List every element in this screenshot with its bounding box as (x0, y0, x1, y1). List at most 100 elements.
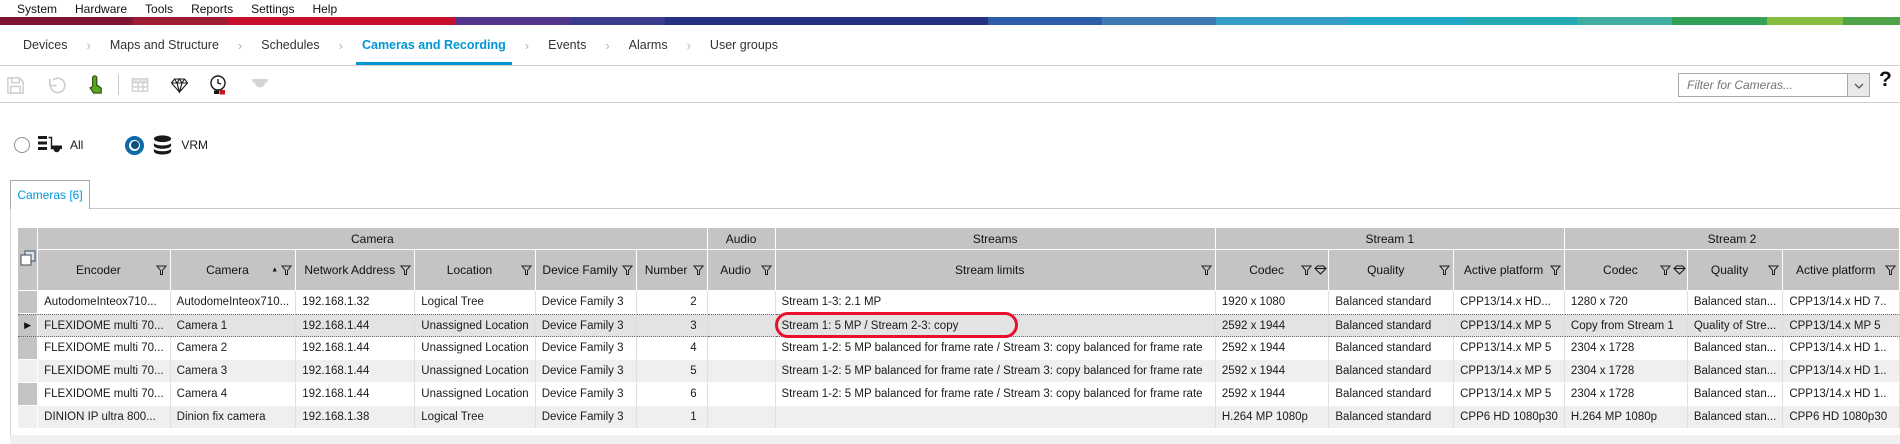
filter-funnel-icon[interactable] (1550, 265, 1561, 276)
cell-camera-2[interactable]: Camera 2 (171, 337, 297, 360)
cell-camera-1[interactable]: Camera 1 (171, 314, 297, 337)
column-header-codec-11[interactable]: Codec (1565, 250, 1688, 291)
cell-codec-3[interactable]: 2304 x 1728 (1565, 360, 1688, 383)
column-header-encoder-0[interactable]: Encoder (38, 250, 171, 291)
commit-hand-button[interactable] (82, 72, 108, 98)
column-header-codec-8[interactable]: Codec (1216, 250, 1330, 291)
table-row-4[interactable]: FLEXIDOME multi 70...Camera 4192.168.1.4… (18, 383, 1900, 406)
nav-item-schedules[interactable]: Schedules (255, 25, 325, 65)
cell-stream-limits-5[interactable] (776, 406, 1216, 429)
filter-funnel-icon[interactable] (1301, 265, 1312, 276)
cell-quality-0[interactable]: Balanced standard (1329, 291, 1454, 314)
cell-location-1[interactable]: Unassigned Location (415, 314, 535, 337)
cell-audio-5[interactable] (708, 406, 776, 429)
cell-stream-limits-1[interactable]: Stream 1: 5 MP / Stream 2-3: copy (776, 314, 1216, 337)
cell-quality-2[interactable]: Balanced stan... (1688, 337, 1783, 360)
cell-stream-limits-2[interactable]: Stream 1-2: 5 MP balanced for frame rate… (776, 337, 1216, 360)
cell-number-2[interactable]: 4 (637, 337, 708, 360)
row-indicator[interactable] (18, 360, 38, 383)
table-row-0[interactable]: AutodomeInteox710...AutodomeInteox710...… (18, 291, 1900, 314)
cell-codec-5[interactable]: H.264 MP 1080p (1565, 406, 1688, 429)
help-button[interactable]: ? (1879, 68, 1892, 92)
cell-codec-1[interactable]: 2592 x 1944 (1216, 314, 1330, 337)
cell-network-address-4[interactable]: 192.168.1.44 (296, 383, 415, 406)
cell-encoder-0[interactable]: AutodomeInteox710... (38, 291, 171, 314)
column-header-active-platform-13[interactable]: Active platform (1783, 250, 1900, 291)
cell-network-address-5[interactable]: 192.168.1.38 (296, 406, 415, 429)
nav-item-alarms[interactable]: Alarms (623, 25, 674, 65)
column-header-camera-1[interactable]: Camera▲ (171, 250, 297, 291)
table-row-3[interactable]: FLEXIDOME multi 70...Camera 3192.168.1.4… (18, 360, 1900, 383)
cell-camera-3[interactable]: Camera 3 (171, 360, 297, 383)
diamond-button[interactable] (166, 72, 192, 98)
menu-item-tools[interactable]: Tools (136, 2, 182, 16)
column-header-active-platform-10[interactable]: Active platform (1454, 250, 1565, 291)
column-header-device-family-4[interactable]: Device Family (536, 250, 637, 291)
cell-number-0[interactable]: 2 (637, 291, 708, 314)
cell-codec-4[interactable]: 2592 x 1944 (1216, 383, 1330, 406)
cell-encoder-5[interactable]: DINION IP ultra 800... (38, 406, 171, 429)
cell-audio-1[interactable] (708, 314, 776, 337)
mode-option-all[interactable]: All (14, 134, 83, 156)
row-indicator-selected[interactable]: ▶ (18, 314, 38, 337)
cell-camera-5[interactable]: Dinion fix camera (171, 406, 297, 429)
cell-active-platform-5[interactable]: CPP6 HD 1080p30 (1454, 406, 1565, 429)
filter-funnel-icon[interactable] (761, 265, 772, 276)
menu-item-help[interactable]: Help (303, 2, 346, 16)
horizontal-scroll-area[interactable] (10, 435, 1900, 444)
cell-encoder-4[interactable]: FLEXIDOME multi 70... (38, 383, 171, 406)
cell-network-address-1[interactable]: 192.168.1.44 (296, 314, 415, 337)
cell-codec-4[interactable]: 2304 x 1728 (1565, 383, 1688, 406)
column-header-number-5[interactable]: Number (637, 250, 708, 291)
cell-active-platform-5[interactable]: CPP6 HD 1080p30 (1783, 406, 1900, 429)
filter-funnel-icon[interactable] (521, 265, 532, 276)
cell-network-address-3[interactable]: 192.168.1.44 (296, 360, 415, 383)
cell-quality-1[interactable]: Quality of Stre... (1688, 314, 1783, 337)
cell-location-5[interactable]: Logical Tree (415, 406, 535, 429)
table-row-5[interactable]: DINION IP ultra 800...Dinion fix camera1… (18, 406, 1900, 429)
cell-codec-0[interactable]: 1280 x 720 (1565, 291, 1688, 314)
cell-stream-limits-3[interactable]: Stream 1-2: 5 MP balanced for frame rate… (776, 360, 1216, 383)
filter-funnel-icon[interactable] (1660, 265, 1671, 276)
cell-encoder-3[interactable]: FLEXIDOME multi 70... (38, 360, 171, 383)
cell-location-3[interactable]: Unassigned Location (415, 360, 535, 383)
menu-item-system[interactable]: System (8, 2, 66, 16)
mode-option-vrm[interactable]: VRM (125, 134, 208, 156)
cell-location-2[interactable]: Unassigned Location (415, 337, 535, 360)
table-row-2[interactable]: FLEXIDOME multi 70...Camera 2192.168.1.4… (18, 337, 1900, 360)
cell-quality-4[interactable]: Balanced standard (1329, 383, 1454, 406)
cell-active-platform-2[interactable]: CPP13/14.x HD 1.. (1783, 337, 1900, 360)
cell-quality-5[interactable]: Balanced standard (1329, 406, 1454, 429)
filter-funnel-icon[interactable] (400, 265, 411, 276)
nav-item-events[interactable]: Events (542, 25, 592, 65)
filter-dropdown-button[interactable] (1847, 74, 1869, 96)
filter-funnel-icon[interactable] (693, 265, 704, 276)
cell-audio-2[interactable] (708, 337, 776, 360)
cell-quality-5[interactable]: Balanced stan... (1688, 406, 1783, 429)
nav-item-maps-and-structure[interactable]: Maps and Structure (104, 25, 225, 65)
select-all-corner[interactable] (18, 228, 38, 291)
cell-number-4[interactable]: 6 (637, 383, 708, 406)
cell-quality-3[interactable]: Balanced standard (1329, 360, 1454, 383)
cell-codec-0[interactable]: 1920 x 1080 (1216, 291, 1330, 314)
cell-device-family-2[interactable]: Device Family 3 (536, 337, 637, 360)
menu-item-reports[interactable]: Reports (182, 2, 242, 16)
row-indicator[interactable] (18, 406, 38, 429)
cell-quality-3[interactable]: Balanced stan... (1688, 360, 1783, 383)
table-row-1[interactable]: ▶FLEXIDOME multi 70...Camera 1192.168.1.… (18, 314, 1900, 337)
cell-encoder-2[interactable]: FLEXIDOME multi 70... (38, 337, 171, 360)
cell-device-family-3[interactable]: Device Family 3 (536, 360, 637, 383)
filter-funnel-icon[interactable] (281, 265, 292, 276)
cell-number-1[interactable]: 3 (637, 314, 708, 337)
filter-funnel-icon[interactable] (1439, 265, 1450, 276)
cell-active-platform-3[interactable]: CPP13/14.x HD 1.. (1783, 360, 1900, 383)
row-indicator[interactable] (18, 337, 38, 360)
row-indicator[interactable] (18, 291, 38, 314)
cell-location-0[interactable]: Logical Tree (415, 291, 535, 314)
column-header-quality-12[interactable]: Quality (1688, 250, 1783, 291)
column-header-audio-6[interactable]: Audio (708, 250, 776, 291)
cell-device-family-5[interactable]: Device Family 3 (536, 406, 637, 429)
cell-device-family-0[interactable]: Device Family 3 (536, 291, 637, 314)
cell-audio-3[interactable] (708, 360, 776, 383)
column-header-quality-9[interactable]: Quality (1329, 250, 1454, 291)
